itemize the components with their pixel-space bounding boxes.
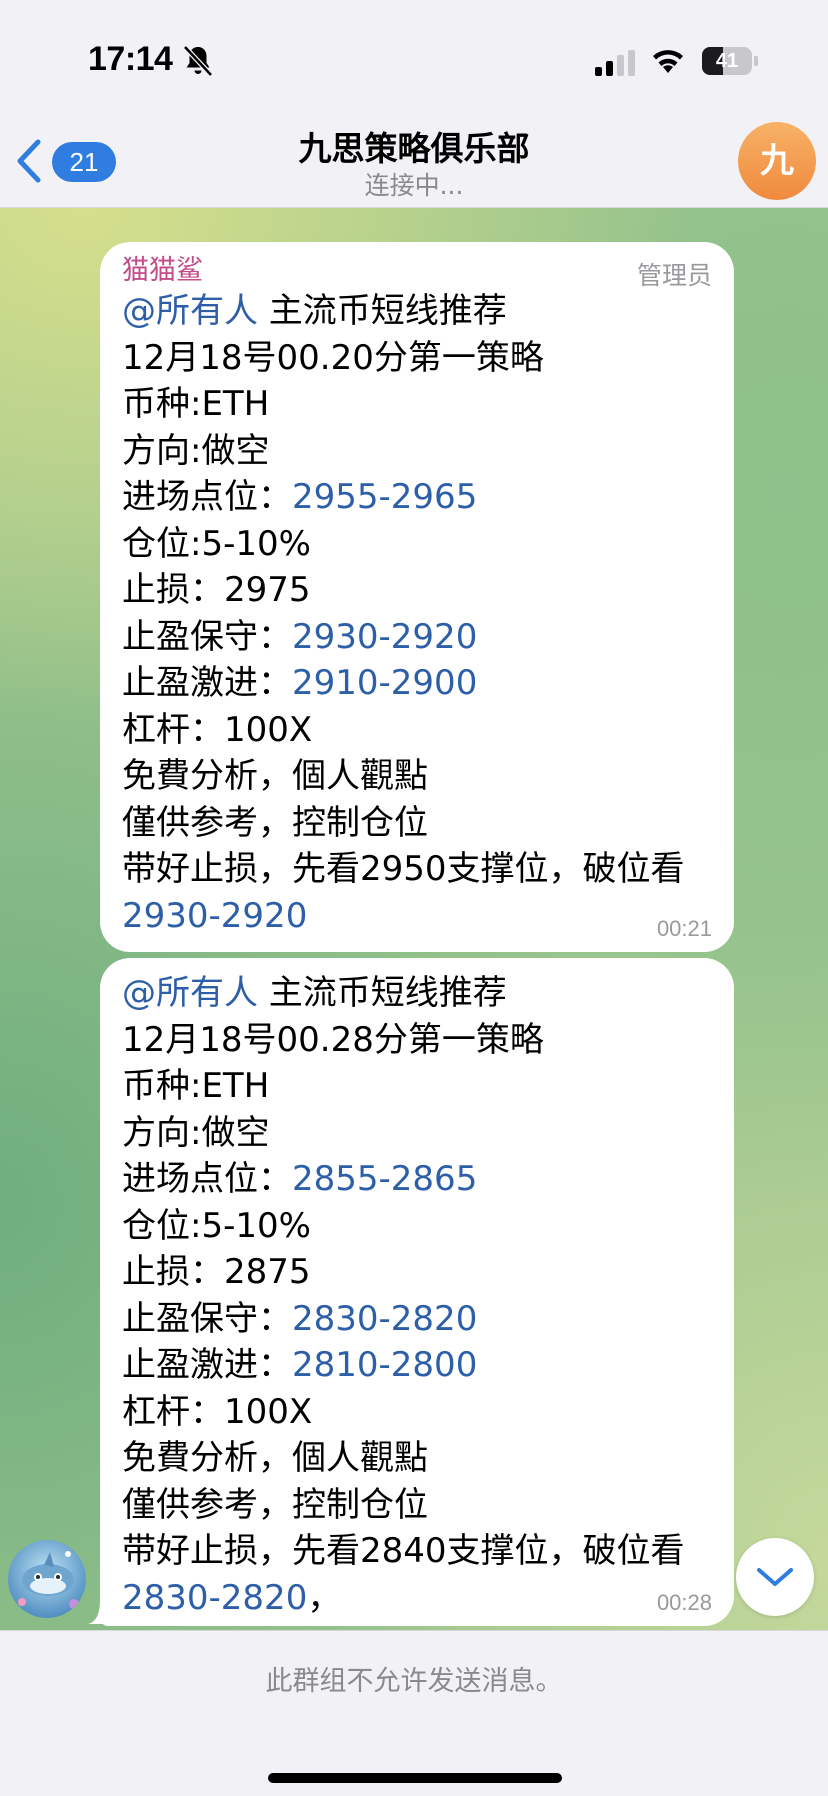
shark-avatar-icon bbox=[8, 1540, 86, 1618]
line-text: 方向:做空 bbox=[122, 430, 270, 471]
line-text: 币种:ETH bbox=[122, 384, 270, 424]
cellular-signal-icon bbox=[595, 50, 635, 76]
message-text: @所有人 主流币短线推荐 12月18号00.20分第一策略 币种:ETH 方向:做空进… bbox=[122, 288, 712, 939]
message-bubble[interactable]: 猫猫鲨 管理员 @所有人 主流币短线推荐 12月18号00.20分第一策略 币种:E… bbox=[100, 242, 734, 952]
message-line: 免費分析，個人觀點 bbox=[122, 1435, 712, 1482]
price-range-link[interactable]: 2855-2865 bbox=[292, 1159, 477, 1199]
message-line: 币种:ETH bbox=[122, 381, 712, 428]
line-text: 方向:做空 bbox=[122, 1112, 270, 1153]
line-text: 12月18号00.20分第一策略 bbox=[122, 337, 544, 378]
scroll-to-bottom-button[interactable] bbox=[736, 1538, 814, 1616]
line-text: 杠杆：100X bbox=[122, 1391, 313, 1432]
line-suffix: ， bbox=[307, 1577, 342, 1618]
line-text: 带好止损，先看2840支撑位，破位看 bbox=[122, 1531, 685, 1571]
line-text: 止盈激进： bbox=[122, 663, 292, 703]
message-input-bar: 此群组不允许发送消息。 bbox=[0, 1630, 828, 1796]
message-line: 12月18号00.28分第一策略 bbox=[122, 1017, 712, 1064]
wifi-icon bbox=[653, 50, 683, 73]
line-text: 免費分析，個人觀點 bbox=[122, 756, 428, 796]
message-line: 止盈激进：2910-2900 bbox=[122, 660, 712, 707]
message-line: 免費分析，個人觀點 bbox=[122, 753, 712, 800]
line-text: 带好止损，先看2950支撑位，破位看 bbox=[122, 849, 685, 889]
battery-icon: 41 bbox=[702, 47, 758, 75]
price-range-link[interactable]: 2955-2965 bbox=[292, 477, 477, 517]
message-line: @所有人 主流币短线推荐 bbox=[122, 288, 712, 335]
chat-title[interactable]: 九思策略俱乐部 bbox=[0, 122, 828, 170]
line-text: 主流币短线推荐 bbox=[258, 291, 507, 331]
bell-off-icon bbox=[183, 45, 213, 77]
message-text: @所有人 主流币短线推荐 12月18号00.28分第一策略 币种:ETH 方向:做空进… bbox=[122, 970, 712, 1621]
line-text: 币种:ETH bbox=[122, 1066, 270, 1106]
chevron-down-icon bbox=[757, 1568, 793, 1586]
sender-name[interactable]: 猫猫鲨 bbox=[122, 254, 712, 288]
message-time: 00:21 bbox=[656, 916, 712, 941]
price-range-link[interactable]: 2910-2900 bbox=[292, 663, 477, 703]
group-avatar[interactable]: 九 bbox=[738, 122, 816, 200]
mention-link[interactable]: @所有人 bbox=[122, 973, 258, 1013]
price-range-link[interactable]: 2810-2800 bbox=[292, 1345, 477, 1385]
mention-link[interactable]: @所有人 bbox=[122, 291, 258, 331]
message-line: 币种:ETH bbox=[122, 1063, 712, 1110]
chat-header: 21 九思策略俱乐部 连接中... 九 bbox=[0, 110, 828, 208]
message-bubble[interactable]: @所有人 主流币短线推荐 12月18号00.28分第一策略 币种:ETH 方向:做空进… bbox=[100, 958, 734, 1626]
message-line: 带好止损，先看2950支撑位，破位看 bbox=[122, 846, 712, 893]
sender-avatar[interactable] bbox=[8, 1540, 86, 1618]
connection-status: 连接中... bbox=[364, 171, 464, 200]
line-text: 止损：2875 bbox=[122, 1252, 311, 1292]
status-bar: 17:14 41 bbox=[0, 0, 828, 110]
message-line: 僅供参考，控制仓位 bbox=[122, 800, 712, 847]
message-line: 2930-2920 bbox=[122, 893, 712, 940]
admin-role-tag: 管理员 bbox=[636, 261, 712, 290]
message-line: 僅供参考，控制仓位 bbox=[122, 1482, 712, 1529]
message-line: 杠杆：100X bbox=[122, 1389, 712, 1436]
message-line: 杠杆：100X bbox=[122, 707, 712, 754]
bubble-tail bbox=[88, 1600, 112, 1624]
line-text: 免費分析，個人觀點 bbox=[122, 1438, 428, 1478]
line-text: 12月18号00.28分第一策略 bbox=[122, 1019, 544, 1060]
line-text: 止损：2975 bbox=[122, 570, 311, 610]
line-text: 杠杆：100X bbox=[122, 709, 313, 750]
line-text: 止盈激进： bbox=[122, 1345, 292, 1385]
message-line: 进场点位：2855-2865 bbox=[122, 1156, 712, 1203]
chat-area[interactable]: 猫猫鲨 管理员 @所有人 主流币短线推荐 12月18号00.20分第一策略 币种:E… bbox=[0, 208, 828, 1630]
message-line: 止损：2875 bbox=[122, 1249, 712, 1296]
message-time: 00:28 bbox=[656, 1590, 712, 1615]
message-line: 仓位:5-10% bbox=[122, 1203, 712, 1250]
message-line: 方向:做空 bbox=[122, 1110, 712, 1157]
battery-percentage: 41 bbox=[715, 50, 739, 72]
line-text: 仓位:5-10% bbox=[122, 523, 311, 564]
restricted-notice: 此群组不允许发送消息。 bbox=[265, 1666, 563, 1697]
message-line: 进场点位：2955-2965 bbox=[122, 474, 712, 521]
line-text: 进场点位： bbox=[122, 1159, 292, 1199]
line-text: 进场点位： bbox=[122, 477, 292, 517]
message-line: 止损：2975 bbox=[122, 567, 712, 614]
line-text: 仓位:5-10% bbox=[122, 1205, 311, 1246]
price-range-link[interactable]: 2930-2920 bbox=[122, 896, 307, 936]
message-line: 方向:做空 bbox=[122, 428, 712, 475]
message-line: 止盈保守：2830-2820 bbox=[122, 1296, 712, 1343]
message-line: 止盈保守：2930-2920 bbox=[122, 614, 712, 661]
price-range-link[interactable]: 2830-2820 bbox=[292, 1299, 477, 1339]
message-line: 仓位:5-10% bbox=[122, 521, 712, 568]
price-range-link[interactable]: 2830-2820 bbox=[122, 1578, 307, 1618]
message-line: 带好止损，先看2840支撑位，破位看 bbox=[122, 1528, 712, 1575]
line-text: 僅供参考，控制仓位 bbox=[122, 802, 428, 843]
message-line: 止盈激进：2810-2800 bbox=[122, 1342, 712, 1389]
status-time: 17:14 bbox=[88, 40, 173, 78]
line-text: 僅供参考，控制仓位 bbox=[122, 1484, 428, 1525]
message-line: 12月18号00.20分第一策略 bbox=[122, 335, 712, 382]
line-text: 止盈保守： bbox=[122, 1298, 292, 1339]
home-indicator bbox=[268, 1773, 562, 1783]
line-text: 主流币短线推荐 bbox=[258, 973, 507, 1013]
price-range-link[interactable]: 2930-2920 bbox=[292, 617, 477, 657]
line-text: 止盈保守： bbox=[122, 616, 292, 657]
message-line: @所有人 主流币短线推荐 bbox=[122, 970, 712, 1017]
message-line: 2830-2820， bbox=[122, 1575, 712, 1622]
